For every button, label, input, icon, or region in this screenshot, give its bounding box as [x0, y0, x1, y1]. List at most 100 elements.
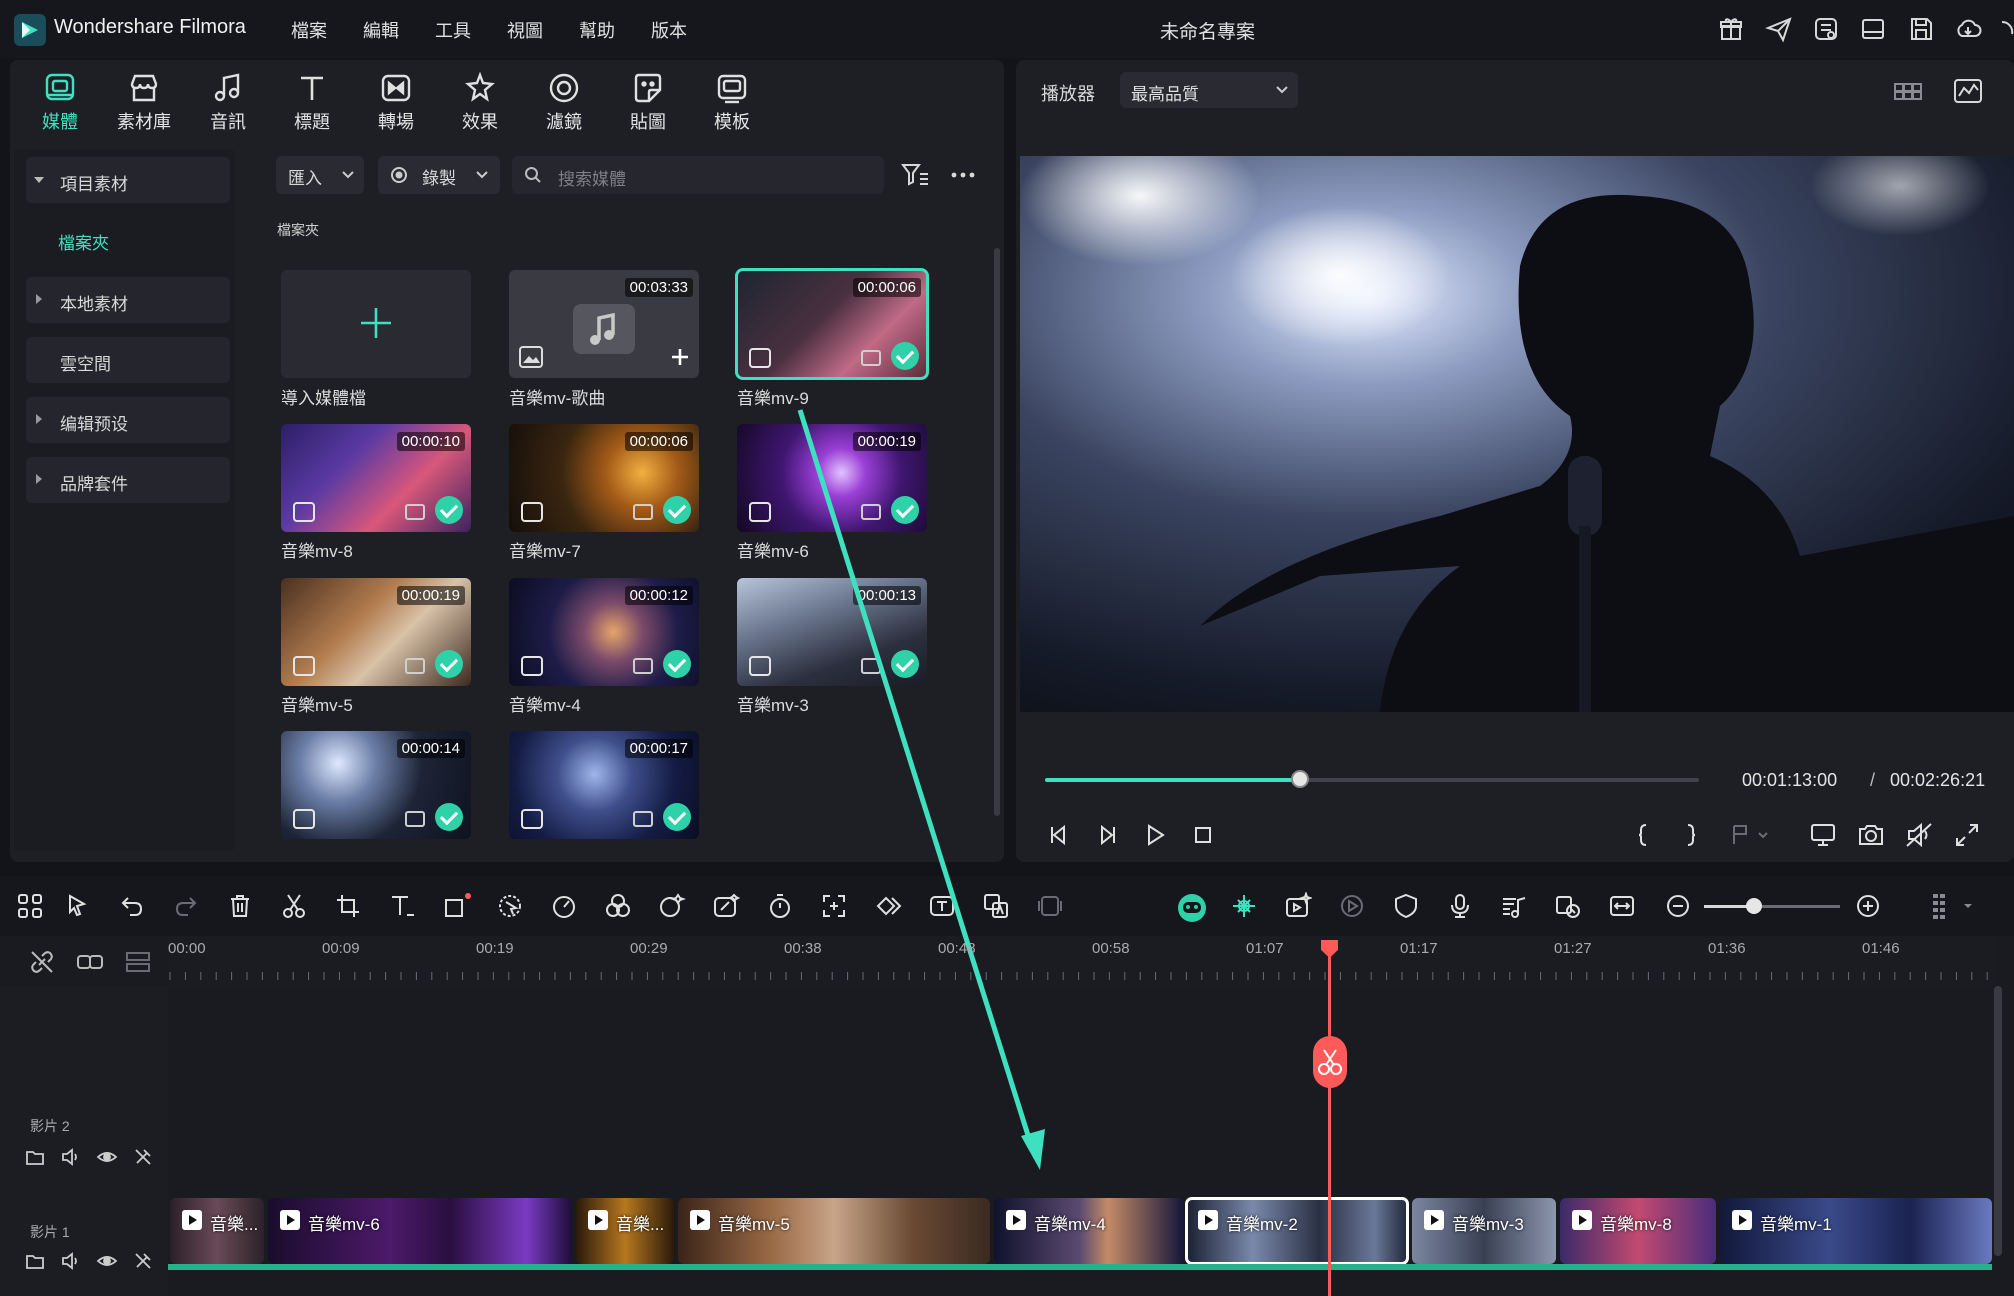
- media-card[interactable]: 00:00:17: [509, 731, 699, 839]
- media-card[interactable]: 00:00:19: [737, 424, 927, 532]
- sidebar-item-folder[interactable]: 檔案夾: [58, 229, 109, 254]
- text-icon[interactable]: [388, 892, 416, 920]
- media-card-audio[interactable]: 00:03:33: [509, 270, 699, 378]
- delete-icon[interactable]: [226, 892, 254, 920]
- speed-icon[interactable]: [550, 892, 578, 920]
- media-card[interactable]: 00:00:19: [281, 578, 471, 686]
- audio-mixer-icon[interactable]: [1500, 892, 1528, 920]
- translate-icon[interactable]: [982, 892, 1010, 920]
- shape-icon[interactable]: [442, 892, 471, 920]
- media-card[interactable]: 00:00:12: [509, 578, 699, 686]
- media-card[interactable]: 00:00:06: [509, 424, 699, 532]
- tab-templates[interactable]: 模板: [698, 72, 766, 136]
- import-media-card[interactable]: [281, 270, 471, 378]
- account-icon[interactable]: [1811, 14, 1841, 44]
- folder-icon[interactable]: [24, 1146, 46, 1168]
- sidebar-item-project-media[interactable]: 項目素材: [26, 157, 230, 203]
- menu-help[interactable]: 幫助: [579, 17, 615, 43]
- mark-out-icon[interactable]: [1676, 820, 1706, 850]
- stabilize-icon[interactable]: [1036, 892, 1064, 920]
- volume-icon[interactable]: [60, 1146, 82, 1168]
- timeline-clip[interactable]: 音樂mv-1: [1720, 1198, 1992, 1264]
- eye-icon[interactable]: [96, 1250, 118, 1272]
- menu-tools[interactable]: 工具: [435, 17, 471, 43]
- track-manage-icon[interactable]: [124, 948, 152, 976]
- replace-clip-icon[interactable]: [1554, 892, 1582, 920]
- more-window-icon[interactable]: [2000, 14, 2014, 44]
- menu-version[interactable]: 版本: [651, 17, 687, 43]
- scopes-icon[interactable]: [1952, 76, 1984, 106]
- timer-icon[interactable]: [766, 892, 794, 920]
- tab-media[interactable]: 媒體: [26, 72, 94, 136]
- media-card-selected[interactable]: 00:00:06: [735, 268, 929, 380]
- lock-icon[interactable]: [132, 1146, 154, 1168]
- lock-icon[interactable]: [132, 1250, 154, 1272]
- redo-icon[interactable]: [172, 892, 200, 920]
- progress-handle[interactable]: [1291, 770, 1309, 788]
- ai-icon[interactable]: [658, 892, 686, 920]
- timeline-clip[interactable]: 音樂mv-5: [678, 1198, 990, 1264]
- keyframe-icon[interactable]: [874, 892, 902, 920]
- zoom-slider-handle[interactable]: [1746, 898, 1762, 914]
- fit-timeline-icon[interactable]: [1608, 892, 1636, 920]
- more-options-icon[interactable]: [948, 160, 978, 190]
- grid-view-icon[interactable]: [1892, 76, 1924, 106]
- play-icon[interactable]: [1140, 820, 1170, 850]
- sidebar-item-cloud[interactable]: 雲空間: [26, 337, 230, 383]
- filter-sort-icon[interactable]: [900, 160, 930, 190]
- gift-icon[interactable]: [1716, 14, 1746, 44]
- split-scissor-button[interactable]: [1313, 1036, 1347, 1088]
- display-icon[interactable]: [1808, 820, 1838, 850]
- mask-select-icon[interactable]: [496, 892, 524, 920]
- tab-titles[interactable]: 標題: [278, 72, 346, 136]
- stop-icon[interactable]: [1188, 820, 1218, 850]
- zoom-in-icon[interactable]: [1854, 892, 1882, 920]
- media-card[interactable]: 00:00:14: [281, 731, 471, 839]
- timeline-clip[interactable]: 音樂...: [170, 1198, 264, 1264]
- timeline-clip-selected[interactable]: 音樂mv-2: [1185, 1197, 1409, 1265]
- split-icon[interactable]: [280, 892, 308, 920]
- import-dropdown[interactable]: 匯入: [276, 156, 364, 194]
- crop-icon[interactable]: [334, 892, 362, 920]
- menu-edit[interactable]: 編輯: [363, 17, 399, 43]
- save-icon[interactable]: [1906, 14, 1936, 44]
- layout-icon[interactable]: [1858, 14, 1888, 44]
- undo-icon[interactable]: [118, 892, 146, 920]
- microphone-icon[interactable]: [1446, 892, 1474, 920]
- next-frame-icon[interactable]: [1092, 820, 1122, 850]
- zoom-out-icon[interactable]: [1664, 892, 1692, 920]
- snapshot-icon[interactable]: [1856, 820, 1886, 850]
- timeline-vertical-scrollbar[interactable]: [1994, 986, 2002, 1256]
- ai-edit-icon[interactable]: [712, 892, 740, 920]
- timeline-clip[interactable]: 音樂mv-6: [268, 1198, 572, 1264]
- menu-view[interactable]: 視圖: [507, 17, 543, 43]
- auto-highlight-icon[interactable]: [1284, 892, 1312, 920]
- select-tool-icon[interactable]: [64, 892, 92, 920]
- snap-icon[interactable]: [1230, 892, 1258, 920]
- link-icon[interactable]: [76, 948, 104, 976]
- folder-icon[interactable]: [24, 1250, 46, 1272]
- mark-in-icon[interactable]: [1628, 820, 1658, 850]
- media-scrollbar[interactable]: [994, 248, 1000, 816]
- link-off-icon[interactable]: [28, 948, 56, 976]
- timeline-clip[interactable]: 音樂mv-4: [994, 1198, 1184, 1264]
- menu-file[interactable]: 檔案: [291, 17, 327, 43]
- timeline-clip[interactable]: 音樂mv-3: [1412, 1198, 1556, 1264]
- prev-frame-icon[interactable]: [1044, 820, 1074, 850]
- tab-audio[interactable]: 音訊: [194, 72, 262, 136]
- media-card[interactable]: 00:00:10: [281, 424, 471, 532]
- tab-filters[interactable]: 濾鏡: [530, 72, 598, 136]
- ai-copilot-icon[interactable]: [1176, 892, 1208, 924]
- playhead-line[interactable]: [1328, 942, 1331, 1296]
- render-preview-icon[interactable]: [1338, 892, 1366, 920]
- tab-effects[interactable]: 效果: [446, 72, 514, 136]
- marker-dropdown-icon[interactable]: [1728, 820, 1768, 850]
- volume-icon[interactable]: [60, 1250, 82, 1272]
- record-dropdown[interactable]: 錄製: [378, 156, 500, 194]
- audio-mute-icon[interactable]: [1904, 820, 1934, 850]
- tab-stickers[interactable]: 貼圖: [614, 72, 682, 136]
- auto-reframe-icon[interactable]: [820, 892, 848, 920]
- color-icon[interactable]: [604, 892, 632, 920]
- send-icon[interactable]: [1764, 14, 1794, 44]
- tab-transitions[interactable]: 轉場: [362, 72, 430, 136]
